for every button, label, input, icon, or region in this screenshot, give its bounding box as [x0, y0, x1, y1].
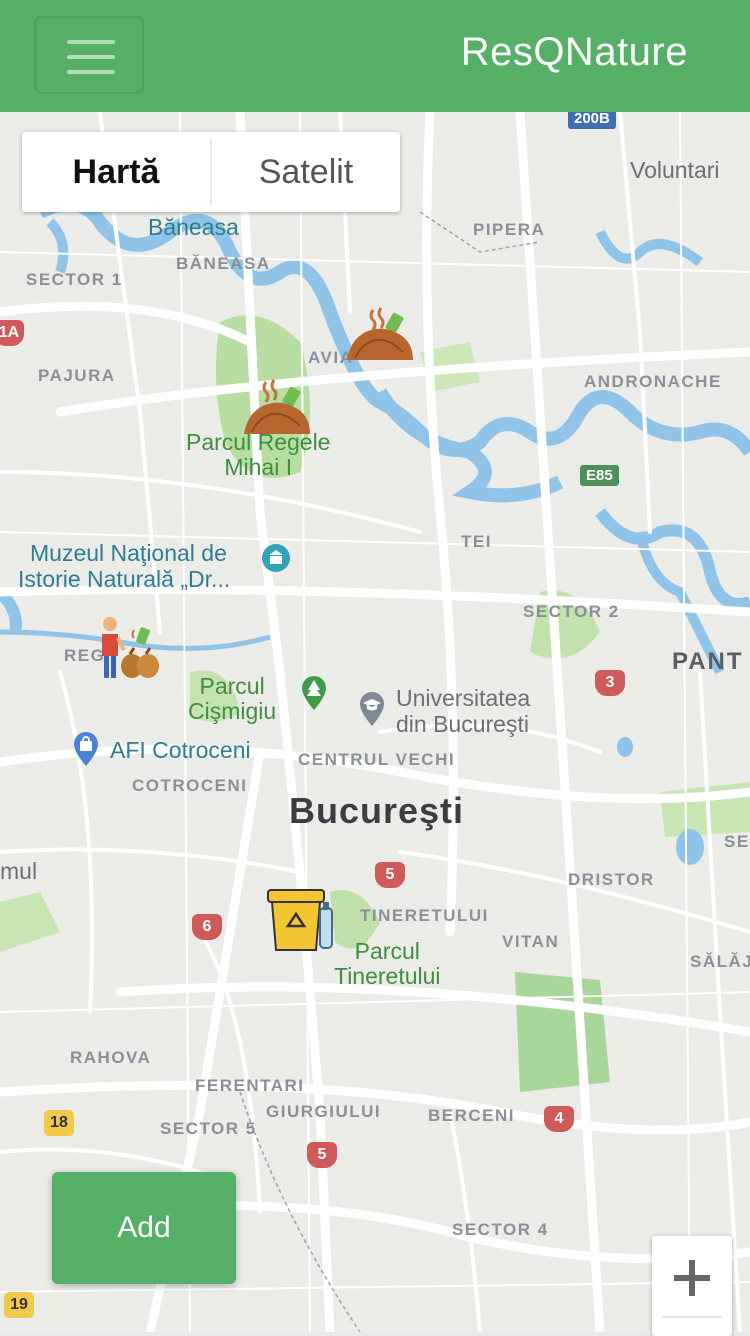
- map-label-parcul-tineretului-line2: Tineretului: [334, 963, 441, 989]
- hamburger-line: [67, 55, 115, 59]
- map-label-cotroceni: COTROCENI: [132, 776, 248, 795]
- map-label-mul: mul: [0, 858, 38, 884]
- map-label-universitatea-line2: din Bucureşti: [396, 711, 529, 737]
- menu-toggle-button[interactable]: [34, 16, 144, 94]
- map-label-vitan: VITAN: [502, 932, 560, 951]
- person-with-bags-icon[interactable]: [94, 614, 162, 682]
- map-label-pipera: PIPERA: [473, 220, 546, 239]
- map-label-cismigiu: Parcul Cişmigiu: [188, 674, 276, 724]
- map-label-centrul-vechi: CENTRUL VECHI: [298, 750, 456, 769]
- map-label-universitatea-line1: Universitatea: [396, 685, 531, 711]
- map-label-cismigiu-line1: Parcul: [199, 673, 265, 699]
- app-title[interactable]: ResQNature: [461, 30, 688, 75]
- map-label-sector2: SECTOR 2: [523, 602, 620, 621]
- road-shield-18: 18: [44, 1110, 74, 1136]
- map-label-berceni: BERCENI: [428, 1106, 516, 1125]
- map-label-baneasa: BĂNEASA: [176, 254, 271, 273]
- zoom-control: [652, 1236, 732, 1336]
- map-label-voluntari: Voluntari: [630, 157, 720, 183]
- map-label-sector3: SEC: [724, 832, 750, 851]
- map-label-parcul-regele-line2: Mihai I: [224, 454, 293, 480]
- map-label-tineretului: TINERETULUI: [360, 906, 489, 925]
- map-label-pajura: PAJURA: [38, 366, 116, 385]
- map-type-satellite-button[interactable]: Satelit: [212, 132, 400, 212]
- road-shield-6: 6: [192, 914, 222, 940]
- map-label-baneasa-poi: Băneasa: [148, 214, 239, 240]
- add-report-button[interactable]: Add: [52, 1172, 236, 1284]
- map-label-tei: TEI: [461, 532, 492, 551]
- map-label-pantelimon: PANT: [672, 648, 744, 675]
- shopping-pin-icon: [74, 732, 98, 766]
- map-label-salaj: SĂLĂJ: [690, 952, 750, 971]
- map-label-afi-cotroceni: AFI Cotroceni: [110, 737, 251, 763]
- road-shield-3: 3: [595, 670, 625, 696]
- park-pin-icon: [302, 676, 326, 710]
- university-pin-icon: [360, 692, 384, 726]
- map-label-andronache: ANDRONACHE: [584, 372, 722, 391]
- map-label-dristor: DRISTOR: [568, 870, 655, 889]
- waste-pile-icon[interactable]: [242, 376, 312, 440]
- map-label-parcul-tineretului-line1: Parcul: [354, 938, 420, 964]
- map-label-cismigiu-line2: Cişmigiu: [188, 698, 277, 724]
- map-type-control: Hartă Satelit: [22, 132, 400, 212]
- museum-pin-icon: [262, 544, 290, 572]
- road-shield-19: 19: [4, 1292, 34, 1318]
- map-label-muzeul-line1: Muzeul Naţional de: [30, 540, 227, 566]
- road-shield-5-north: 5: [375, 862, 405, 888]
- map-label-rahova: RAHOVA: [70, 1048, 152, 1067]
- hamburger-line: [67, 40, 115, 44]
- hamburger-line: [67, 70, 115, 74]
- app-header: ResQNature: [0, 0, 750, 112]
- map-label-parcul-tineretului: Parcul Tineretului: [334, 939, 441, 989]
- map-label-giurgiului: GIURGIULUI: [266, 1102, 382, 1121]
- map-label-sector4: SECTOR 4: [452, 1220, 549, 1239]
- map-view[interactable]: Hartă Satelit Voluntari Băneasa BĂNEASA …: [0, 112, 750, 1332]
- map-label-sector1: SECTOR 1: [26, 270, 123, 289]
- zoom-divider: [662, 1316, 722, 1318]
- map-label-city: Bucureşti: [289, 790, 465, 831]
- waste-pile-icon[interactable]: [345, 302, 415, 366]
- recycling-bin-icon[interactable]: [266, 882, 336, 954]
- road-shield-e85: E85: [580, 465, 619, 486]
- road-shield-4: 4: [544, 1106, 574, 1132]
- map-label-sector5: SECTOR 5: [160, 1119, 257, 1138]
- zoom-in-icon[interactable]: [674, 1260, 710, 1296]
- map-label-ferentari: FERENTARI: [195, 1076, 305, 1095]
- map-label-muzeul-line2: Istorie Naturală „Dr...: [18, 566, 231, 592]
- road-shield-1a: 1A: [0, 320, 24, 346]
- map-type-map-button[interactable]: Hartă: [22, 132, 210, 212]
- map-label-muzeul: Muzeul Naţional de Istorie Naturală „Dr.…: [18, 540, 230, 592]
- map-label-universitatea: Universitatea din Bucureşti: [396, 685, 530, 737]
- road-shield-200b: 200B: [568, 112, 616, 129]
- road-shield-5-south: 5: [307, 1142, 337, 1168]
